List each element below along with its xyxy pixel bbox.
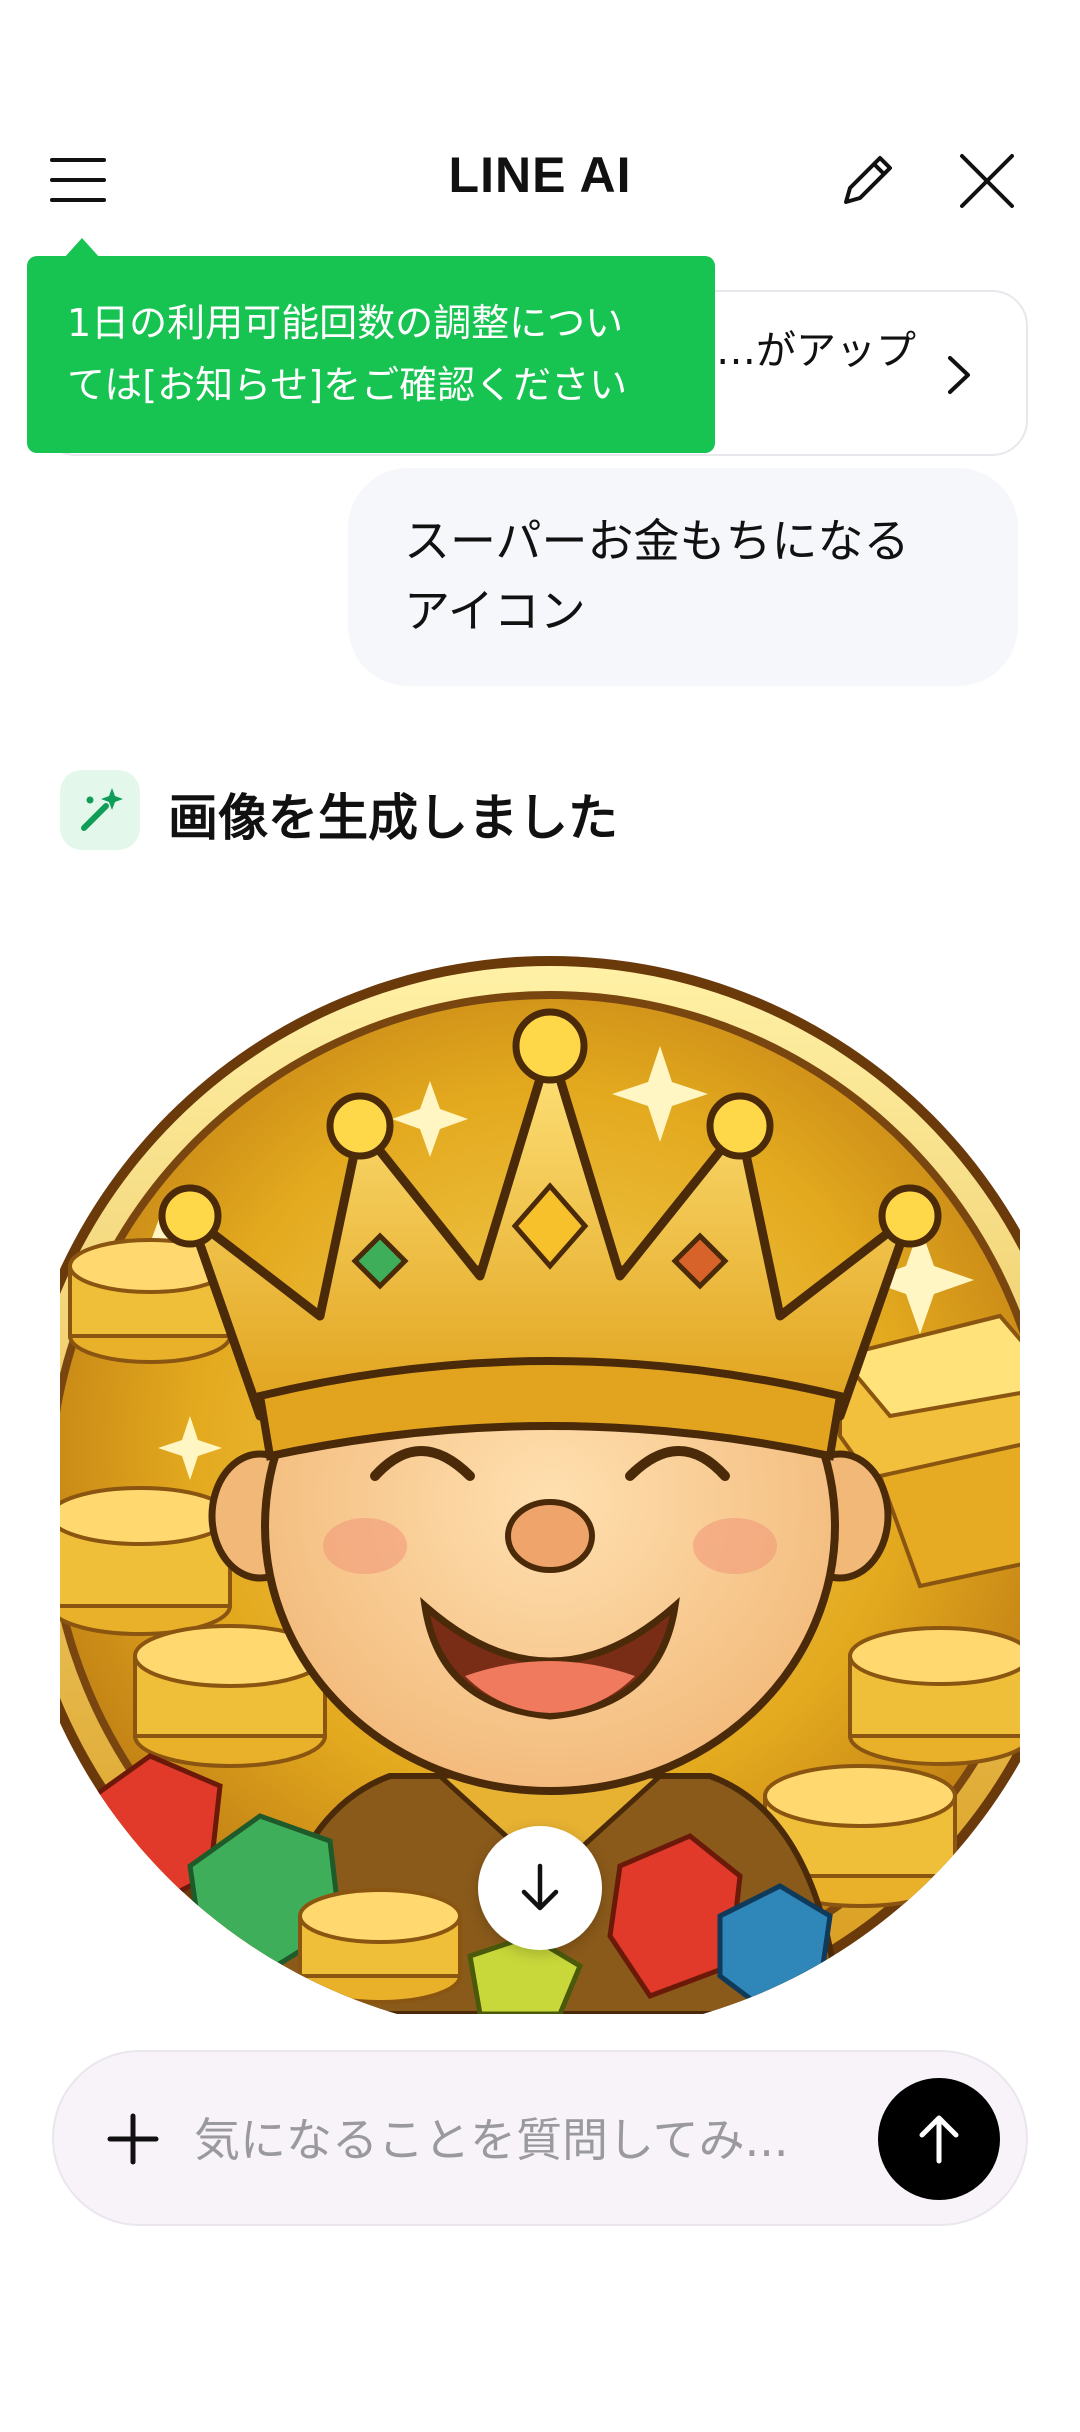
download-arrow-icon (521, 1863, 559, 1911)
pencil-icon[interactable] (832, 146, 902, 216)
user-message-bubble: スーパーお金もちになる アイコン (348, 468, 1018, 686)
message-composer (52, 2050, 1028, 2226)
plus-icon[interactable] (106, 2112, 160, 2166)
tooltip-line-1: 1日の利用可能回数の調整につい (67, 301, 624, 345)
user-message-line-1: スーパーお金もちになる (404, 514, 910, 568)
chevron-right-icon (940, 350, 980, 400)
header-bar: LINE AI (0, 120, 1080, 240)
tooltip-line-2: ては[お知らせ]をご確認ください (67, 363, 628, 407)
page-title: LINE AI (448, 147, 632, 203)
close-icon[interactable] (954, 148, 1020, 214)
send-button[interactable] (878, 2078, 1000, 2200)
user-message-line-2: アイコン (404, 584, 586, 638)
download-button[interactable] (478, 1826, 602, 1950)
sparkle-wand-icon (60, 770, 140, 850)
usage-notice-tooltip[interactable]: 1日の利用可能回数の調整につい ては[お知らせ]をご確認ください (27, 256, 715, 453)
send-arrow-up-icon (919, 2115, 959, 2164)
ai-response-header: 画像を生成しました (60, 770, 960, 854)
tooltip-arrow (64, 238, 100, 258)
message-input[interactable] (194, 2102, 854, 2178)
ai-status-text: 画像を生成しました (168, 789, 618, 847)
